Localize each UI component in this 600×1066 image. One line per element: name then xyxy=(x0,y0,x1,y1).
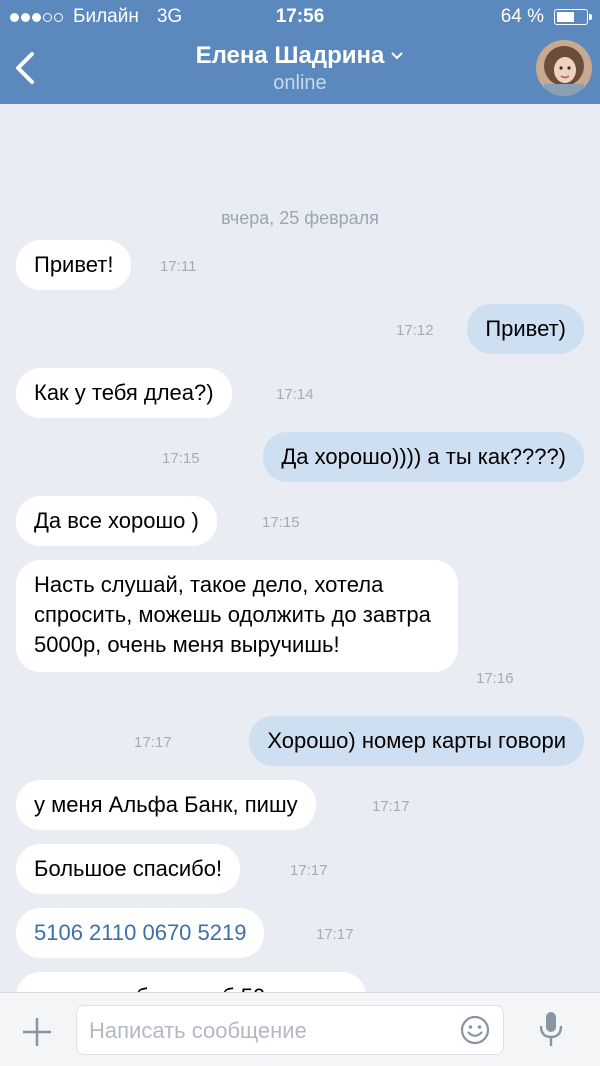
emoji-button[interactable] xyxy=(459,1014,491,1046)
incoming-message[interactable]: комиссия будет руб 50 я верну xyxy=(16,972,367,992)
outgoing-message[interactable]: Хорошо) номер карты говори xyxy=(249,716,584,766)
message-time: 17:17 xyxy=(372,798,410,815)
message-time: 17:14 xyxy=(276,386,314,403)
smile-icon xyxy=(460,1015,490,1045)
contact-title-area[interactable]: Елена Шадрина online xyxy=(0,42,600,95)
message-time: 17:15 xyxy=(262,514,300,531)
message-time: 17:11 xyxy=(160,258,197,275)
message-time: 17:17 xyxy=(134,734,172,751)
battery-fill xyxy=(557,12,574,22)
voice-message-button[interactable] xyxy=(536,1009,566,1049)
message-text: Да все хорошо ) xyxy=(34,508,199,533)
message-input[interactable]: Написать сообщение xyxy=(76,1005,504,1055)
message-text: Большое спасибо! xyxy=(34,856,223,881)
status-right: 64 % xyxy=(500,6,592,28)
battery-icon xyxy=(554,9,592,25)
incoming-message[interactable]: у меня Альфа Банк, пишу xyxy=(16,780,316,830)
message-text: у меня Альфа Банк, пишу xyxy=(34,792,298,817)
message-time: 17:17 xyxy=(290,862,328,879)
message-text: Да хорошо)))) а ты как????) xyxy=(281,444,566,469)
card-number-link[interactable]: 5106 2110 0670 5219 xyxy=(34,920,246,945)
message-time: 17:12 xyxy=(396,322,434,339)
message-input-bar: Написать сообщение xyxy=(0,992,600,1066)
contact-status: online xyxy=(273,72,327,94)
incoming-message[interactable]: 5106 2110 0670 5219 xyxy=(16,908,265,958)
message-text: Привет! xyxy=(34,252,114,277)
microphone-icon xyxy=(539,1012,563,1046)
status-bar: Билайн 3G 17:56 64 % xyxy=(0,0,600,34)
incoming-message[interactable]: Большое спасибо! xyxy=(16,844,241,894)
attach-button[interactable] xyxy=(20,1015,54,1049)
message-list[interactable]: вчера, 25 февраля Привет! 17:11 Привет) … xyxy=(0,104,600,992)
battery-percent: 64 % xyxy=(500,6,544,27)
incoming-message[interactable]: Привет! xyxy=(16,240,132,290)
incoming-message[interactable]: Как у тебя длеа?) xyxy=(16,368,232,418)
incoming-message[interactable]: Насть слушай, такое дело, хотела спросит… xyxy=(16,560,458,672)
plus-icon xyxy=(23,1018,51,1046)
avatar[interactable] xyxy=(536,40,592,96)
message-text: комиссия будет руб 50 я верну xyxy=(34,984,348,992)
dropdown-chevron-icon xyxy=(391,52,404,60)
message-text: Привет) xyxy=(485,316,566,341)
incoming-message[interactable]: Да все хорошо ) xyxy=(16,496,217,546)
date-separator: вчера, 25 февраля xyxy=(221,208,379,228)
outgoing-message[interactable]: Привет) xyxy=(467,304,584,354)
message-time: 17:15 xyxy=(162,450,200,467)
contact-name: Елена Шадрина xyxy=(195,42,385,69)
message-time: 17:17 xyxy=(316,926,354,943)
outgoing-message[interactable]: Да хорошо)))) а ты как????) xyxy=(263,432,584,482)
message-text: Хорошо) номер карты говори xyxy=(267,728,566,753)
message-time: 17:16 xyxy=(476,670,514,687)
message-text: Как у тебя длеа?) xyxy=(34,380,214,405)
message-input-placeholder: Написать сообщение xyxy=(89,1018,307,1043)
chat-header: Елена Шадрина online xyxy=(0,34,600,104)
message-text: Насть слушай, такое дело, хотела спросит… xyxy=(34,572,431,657)
